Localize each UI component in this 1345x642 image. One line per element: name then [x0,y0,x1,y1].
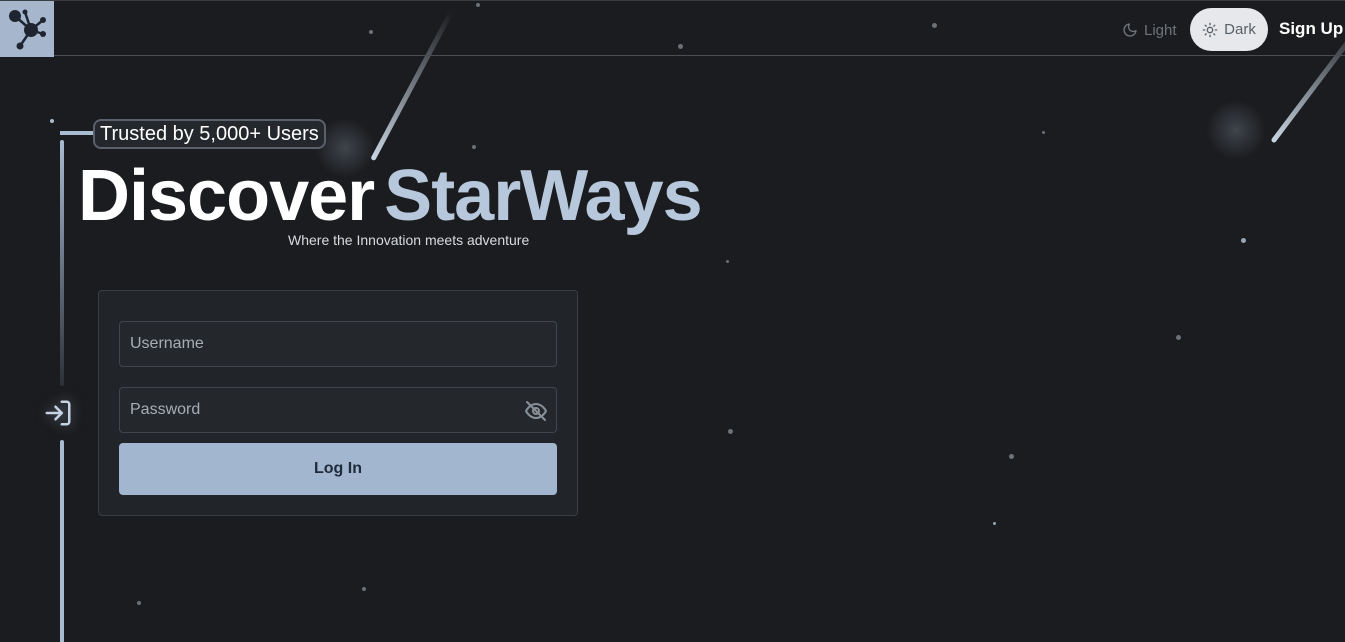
trusted-badge: Trusted by 5,000+ Users [93,119,326,149]
star [137,601,141,605]
timeline-line [60,140,64,386]
password-input[interactable] [120,388,556,432]
star [1042,131,1045,134]
timeline-branch [60,131,94,135]
star [1241,238,1246,243]
sun-icon [1202,22,1218,37]
logo[interactable] [0,1,54,57]
network-logo-icon [9,9,46,50]
login-arrow-icon [40,396,76,430]
signup-link[interactable]: Sign Up [1279,19,1343,39]
theme-light-button[interactable]: Light [1114,10,1186,50]
theme-light-label: Light [1144,21,1177,39]
page: Light Dark Sign Up Trusted by 5,000+ Use… [0,0,1345,642]
star [728,429,733,434]
star [472,145,476,149]
title-word-starways: StarWays [384,156,702,236]
username-input[interactable] [120,322,556,366]
theme-dark-button[interactable]: Dark [1190,8,1268,51]
page-title: Discover StarWays [78,154,703,238]
login-button[interactable]: Log In [119,443,557,495]
star [1009,454,1014,459]
star [50,119,54,123]
login-form: Log In [98,290,578,516]
top-nav: Light Dark Sign Up [0,0,1345,57]
eye-off-icon[interactable] [524,399,548,423]
star [726,260,729,263]
password-field [119,387,557,433]
theme-dark-label: Dark [1224,21,1256,38]
title-word-discover: Discover [78,156,375,236]
star [1176,335,1181,340]
subtitle: Where the Innovation meets adventure [288,232,530,248]
username-field [119,321,557,367]
star [362,587,366,591]
meteor-glow [1206,100,1266,160]
star [993,522,996,525]
timeline-line [60,440,64,642]
moon-icon [1123,23,1137,37]
